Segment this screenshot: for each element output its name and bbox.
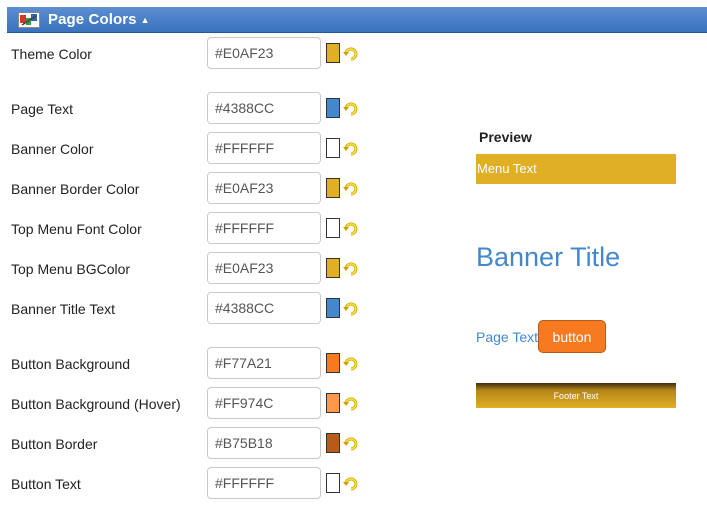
- reset-undo-icon[interactable]: [343, 396, 359, 412]
- color-swatch[interactable]: [326, 258, 340, 278]
- color-field-theme: Theme Color: [0, 37, 460, 71]
- banner-title-text-input[interactable]: [207, 292, 321, 324]
- field-label: Button Background (Hover): [11, 396, 181, 412]
- reset-undo-icon[interactable]: [343, 261, 359, 277]
- color-swatch[interactable]: [326, 433, 340, 453]
- section-title: Page Colors: [48, 11, 137, 28]
- preview-banner-title: Banner Title: [476, 242, 621, 272]
- reset-undo-icon[interactable]: [343, 356, 359, 372]
- color-swatch[interactable]: [326, 473, 340, 493]
- color-field-banner-border: Banner Border Color: [0, 172, 460, 206]
- field-label: Button Text: [11, 476, 81, 492]
- color-swatch[interactable]: [326, 298, 340, 318]
- button-border-input[interactable]: [207, 427, 321, 459]
- reset-undo-icon[interactable]: [343, 476, 359, 492]
- banner-border-color-input[interactable]: [207, 172, 321, 204]
- field-label: Top Menu Font Color: [11, 221, 142, 237]
- color-swatch[interactable]: [326, 178, 340, 198]
- palette-logo-icon: [18, 11, 40, 28]
- color-field-button-text: Button Text: [0, 467, 460, 501]
- field-label: Button Background: [11, 356, 131, 372]
- color-field-button-background-hover: Button Background (Hover): [0, 387, 460, 421]
- color-swatch[interactable]: [326, 43, 340, 63]
- preview-label: Preview: [479, 129, 532, 145]
- field-label: Page Text: [11, 101, 74, 117]
- page-colors-header[interactable]: Page Colors ▲: [7, 7, 707, 33]
- color-swatch[interactable]: [326, 98, 340, 118]
- field-label: Banner Color: [11, 141, 94, 157]
- color-field-banner-title-text: Banner Title Text: [0, 292, 460, 326]
- preview-button[interactable]: button: [538, 320, 606, 353]
- button-background-hover-input[interactable]: [207, 387, 321, 419]
- color-field-page-text: Page Text: [0, 92, 460, 126]
- reset-undo-icon[interactable]: [343, 436, 359, 452]
- field-label: Top Menu BGColor: [11, 261, 131, 277]
- field-label: Theme Color: [11, 46, 92, 62]
- banner-color-input[interactable]: [207, 132, 321, 164]
- color-field-button-background: Button Background: [0, 347, 460, 381]
- button-background-input[interactable]: [207, 347, 321, 379]
- color-swatch[interactable]: [326, 353, 340, 373]
- field-label: Button Border: [11, 436, 98, 452]
- top-menu-bgcolor-input[interactable]: [207, 252, 321, 284]
- reset-undo-icon[interactable]: [343, 101, 359, 117]
- caret-up-icon[interactable]: ▲: [141, 15, 150, 25]
- color-swatch[interactable]: [326, 138, 340, 158]
- top-menu-font-color-input[interactable]: [207, 212, 321, 244]
- color-swatch[interactable]: [326, 218, 340, 238]
- preview-page-text: Page Text: [476, 329, 539, 345]
- preview-footer: Footer Text: [476, 383, 676, 408]
- reset-undo-icon[interactable]: [343, 301, 359, 317]
- color-swatch[interactable]: [326, 393, 340, 413]
- theme-color-input[interactable]: [207, 37, 321, 69]
- reset-undo-icon[interactable]: [343, 141, 359, 157]
- reset-undo-icon[interactable]: [343, 181, 359, 197]
- color-field-top-menu-bg: Top Menu BGColor: [0, 252, 460, 286]
- page-text-input[interactable]: [207, 92, 321, 124]
- button-text-input[interactable]: [207, 467, 321, 499]
- color-field-banner-color: Banner Color: [0, 132, 460, 166]
- reset-undo-icon[interactable]: [343, 46, 359, 62]
- color-field-button-border: Button Border: [0, 427, 460, 461]
- field-label: Banner Title Text: [11, 301, 116, 317]
- field-label: Banner Border Color: [11, 181, 140, 197]
- reset-undo-icon[interactable]: [343, 221, 359, 237]
- color-field-top-menu-font: Top Menu Font Color: [0, 212, 460, 246]
- preview-menu-bar: Menu Text: [476, 154, 676, 184]
